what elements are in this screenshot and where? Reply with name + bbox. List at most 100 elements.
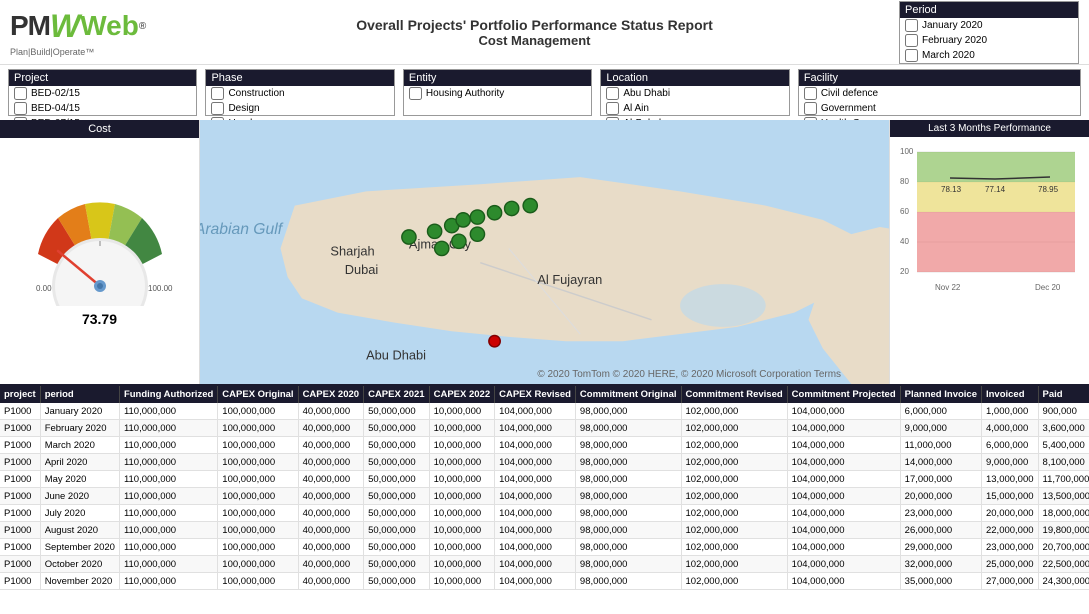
col-funding: Funding Authorized [119, 386, 217, 403]
table-cell: 20,000,000 [981, 505, 1038, 522]
col-paid: Paid [1038, 386, 1089, 403]
period-check-feb[interactable] [905, 34, 918, 47]
project-item-1[interactable]: BED-02/15 [9, 86, 196, 101]
logo-area: PMWWeb® Plan|Build|Operate™ [10, 8, 170, 57]
table-cell: April 2020 [40, 454, 119, 471]
table-cell: March 2020 [40, 437, 119, 454]
data-table-container[interactable]: project period Funding Authorized CAPEX … [0, 384, 1089, 614]
cost-header: Cost [0, 120, 199, 138]
table-cell: 104,000,000 [495, 437, 576, 454]
col-capex-2020: CAPEX 2020 [298, 386, 364, 403]
table-cell: 100,000,000 [218, 454, 298, 471]
table-cell: 11,000,000 [900, 437, 981, 454]
table-cell: 40,000,000 [298, 403, 364, 420]
table-cell: 100,000,000 [218, 505, 298, 522]
phase-item-1[interactable]: Construction [206, 86, 393, 101]
table-cell: 98,000,000 [575, 437, 681, 454]
header-title: Overall Projects' Portfolio Performance … [170, 17, 899, 48]
performance-chart-svg: 100 80 60 40 20 [895, 142, 1080, 297]
table-cell: 104,000,000 [495, 505, 576, 522]
phase-item-2[interactable]: Design [206, 101, 393, 116]
table-cell: 98,000,000 [575, 539, 681, 556]
table-cell: 104,000,000 [787, 488, 900, 505]
table-cell: 22,500,000 [1038, 556, 1089, 573]
report-title-line1: Overall Projects' Portfolio Performance … [170, 17, 899, 33]
table-cell: October 2020 [40, 556, 119, 573]
table-cell: November 2020 [40, 573, 119, 590]
logo: PMWWeb® [10, 8, 170, 45]
entity-item-1[interactable]: Housing Authority [404, 86, 591, 101]
main-container: PMWWeb® Plan|Build|Operate™ Overall Proj… [0, 0, 1089, 614]
chart-header: Last 3 Months Performance [890, 120, 1089, 137]
col-commit-rev: Commitment Revised [681, 386, 787, 403]
table-cell: 14,000,000 [900, 454, 981, 471]
table-cell: 19,800,000 [1038, 522, 1089, 539]
svg-text:Nov 22: Nov 22 [935, 283, 961, 292]
logo-reg: ® [139, 21, 146, 32]
table-cell: 40,000,000 [298, 556, 364, 573]
table-cell: August 2020 [40, 522, 119, 539]
table-cell: 10,000,000 [429, 573, 495, 590]
svg-text:20: 20 [900, 267, 909, 276]
map-area: Arabian Gulf Dubai Sharjah Ajman City Al… [200, 120, 889, 384]
table-cell: 40,000,000 [298, 488, 364, 505]
table-cell: 10,000,000 [429, 403, 495, 420]
period-check-jan[interactable] [905, 19, 918, 32]
table-row: P1000May 2020110,000,000100,000,00040,00… [0, 471, 1089, 488]
table-cell: 50,000,000 [364, 573, 430, 590]
project-item-2[interactable]: BED-04/15 [9, 101, 196, 116]
table-cell: 20,700,000 [1038, 539, 1089, 556]
table-cell: 100,000,000 [218, 522, 298, 539]
facility-item-2[interactable]: Government [799, 101, 1080, 116]
table-cell: 110,000,000 [119, 505, 217, 522]
table-cell: 50,000,000 [364, 522, 430, 539]
gauge-container: 0.00 100.00 73.79 [0, 138, 199, 384]
table-header-row: project period Funding Authorized CAPEX … [0, 386, 1089, 403]
table-cell: 104,000,000 [495, 420, 576, 437]
location-filter-header: Location [601, 70, 788, 86]
table-cell: 24,300,000 [1038, 573, 1089, 590]
logo-slash: W [50, 8, 80, 45]
table-cell: 98,000,000 [575, 573, 681, 590]
table-cell: 10,000,000 [429, 420, 495, 437]
table-cell: 4,000,000 [981, 420, 1038, 437]
table-cell: 13,000,000 [981, 471, 1038, 488]
table-cell: 98,000,000 [575, 420, 681, 437]
table-cell: 26,000,000 [900, 522, 981, 539]
table-cell: 40,000,000 [298, 505, 364, 522]
table-cell: 98,000,000 [575, 403, 681, 420]
table-cell: 15,000,000 [981, 488, 1038, 505]
table-cell: 110,000,000 [119, 556, 217, 573]
project-filter-header: Project [9, 70, 196, 86]
location-item-2[interactable]: Al Ain [601, 101, 788, 116]
table-cell: 110,000,000 [119, 437, 217, 454]
table-cell: P1000 [0, 471, 40, 488]
table-row: P1000August 2020110,000,000100,000,00040… [0, 522, 1089, 539]
table-cell: 102,000,000 [681, 403, 787, 420]
period-check-mar[interactable] [905, 49, 918, 62]
table-cell: 5,400,000 [1038, 437, 1089, 454]
period-item-jan[interactable]: January 2020 [900, 18, 1078, 33]
table-cell: 104,000,000 [495, 573, 576, 590]
period-item-mar[interactable]: March 2020 [900, 48, 1078, 63]
facility-item-1[interactable]: Civil defence [799, 86, 1080, 101]
table-cell: 104,000,000 [495, 488, 576, 505]
table-cell: 6,000,000 [900, 403, 981, 420]
logo-web: Web [80, 10, 139, 42]
table-cell: 100,000,000 [218, 556, 298, 573]
header: PMWWeb® Plan|Build|Operate™ Overall Proj… [0, 0, 1089, 65]
table-cell: 50,000,000 [364, 471, 430, 488]
table-cell: 11,700,000 [1038, 471, 1089, 488]
period-item-feb[interactable]: February 2020 [900, 33, 1078, 48]
table-cell: 104,000,000 [787, 437, 900, 454]
table-cell: 10,000,000 [429, 488, 495, 505]
facility-filter: Facility Civil defence Government Health… [798, 69, 1081, 116]
phase-filter-header: Phase [206, 70, 393, 86]
table-cell: 27,000,000 [981, 573, 1038, 590]
table-cell: 10,000,000 [429, 539, 495, 556]
table-cell: 6,000,000 [981, 437, 1038, 454]
location-item-1[interactable]: Abu Dhabi [601, 86, 788, 101]
table-cell: 104,000,000 [495, 539, 576, 556]
table-cell: 50,000,000 [364, 420, 430, 437]
table-cell: 102,000,000 [681, 488, 787, 505]
